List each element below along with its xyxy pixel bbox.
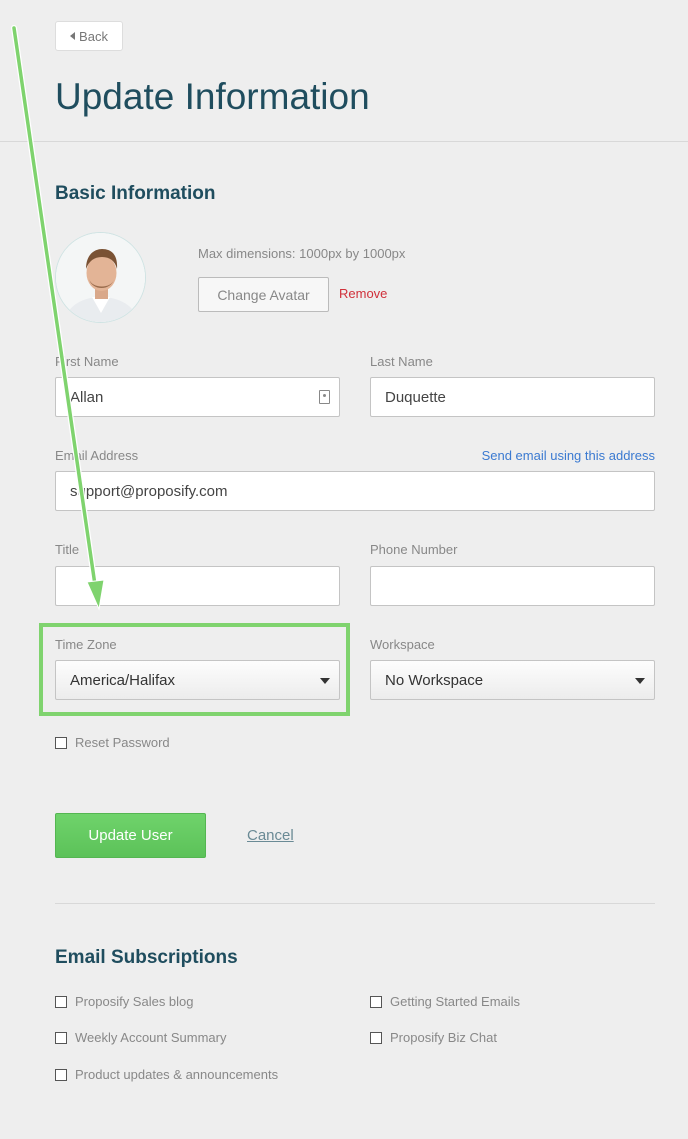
subscription-label: Product updates & announcements: [75, 1067, 279, 1082]
subscription-checkbox[interactable]: [55, 1031, 67, 1044]
basic-info-title: Basic Information: [55, 183, 216, 204]
last-name-label: Last Name: [370, 354, 433, 369]
subscription-item[interactable]: Weekly Account Summary: [55, 1030, 226, 1045]
remove-avatar-link[interactable]: Remove: [339, 286, 387, 301]
email-field[interactable]: support@proposify.com: [55, 471, 655, 511]
cancel-link[interactable]: Cancel: [247, 827, 294, 844]
avatar: [55, 232, 146, 323]
time-zone-value: America/Halifax: [70, 671, 176, 689]
subscription-item[interactable]: Getting Started Emails: [370, 994, 520, 1009]
header-divider: [0, 141, 688, 142]
contact-card-icon[interactable]: [319, 390, 330, 404]
subscription-checkbox[interactable]: [370, 995, 382, 1008]
workspace-select[interactable]: No Workspace: [370, 660, 655, 700]
back-label: Back: [79, 28, 108, 44]
subscription-item[interactable]: Product updates & announcements: [55, 1067, 278, 1082]
title-field[interactable]: [55, 566, 340, 606]
subscription-item[interactable]: Proposify Biz Chat: [370, 1030, 497, 1045]
phone-field[interactable]: [370, 566, 655, 606]
page-title: Update Information: [55, 76, 370, 117]
subscription-label: Weekly Account Summary: [75, 1030, 227, 1045]
change-avatar-button[interactable]: Change Avatar: [198, 277, 329, 312]
last-name-field[interactable]: Duquette: [370, 377, 655, 417]
time-zone-select[interactable]: America/Halifax: [55, 660, 340, 700]
subscription-checkbox[interactable]: [55, 995, 67, 1008]
email-label: Email Address: [55, 448, 139, 463]
avatar-photo: [56, 233, 145, 322]
subscription-checkbox[interactable]: [370, 1031, 382, 1044]
time-zone-label: Time Zone: [55, 637, 117, 652]
section-divider: [55, 903, 655, 904]
update-user-button[interactable]: Update User: [55, 813, 206, 858]
avatar-dimensions-note: Max dimensions: 1000px by 1000px: [198, 246, 406, 261]
chevron-down-icon: [320, 678, 330, 684]
subscription-label: Getting Started Emails: [390, 994, 521, 1009]
subscription-label: Proposify Biz Chat: [390, 1030, 497, 1045]
first-name-label: First Name: [55, 354, 119, 369]
send-email-link[interactable]: Send email using this address: [482, 448, 655, 463]
email-value: support@proposify.com: [70, 482, 228, 500]
back-arrow-icon: [70, 32, 76, 40]
subscription-checkbox[interactable]: [55, 1068, 67, 1081]
back-button[interactable]: Back: [55, 21, 123, 51]
chevron-down-icon: [635, 678, 645, 684]
first-name-value: Allan: [70, 388, 104, 406]
reset-password-checkbox[interactable]: [55, 736, 67, 749]
email-subscriptions-title: Email Subscriptions: [55, 947, 238, 968]
subscription-item[interactable]: Proposify Sales blog: [55, 994, 194, 1009]
reset-password-label: Reset Password: [75, 735, 170, 750]
workspace-value: No Workspace: [385, 671, 484, 689]
first-name-field[interactable]: Allan: [55, 377, 340, 417]
phone-label: Phone Number: [370, 542, 458, 557]
reset-password-option[interactable]: Reset Password: [55, 735, 170, 750]
title-label: Title: [55, 542, 80, 557]
last-name-value: Duquette: [385, 388, 446, 406]
subscription-label: Proposify Sales blog: [75, 994, 194, 1009]
workspace-label: Workspace: [370, 637, 435, 652]
